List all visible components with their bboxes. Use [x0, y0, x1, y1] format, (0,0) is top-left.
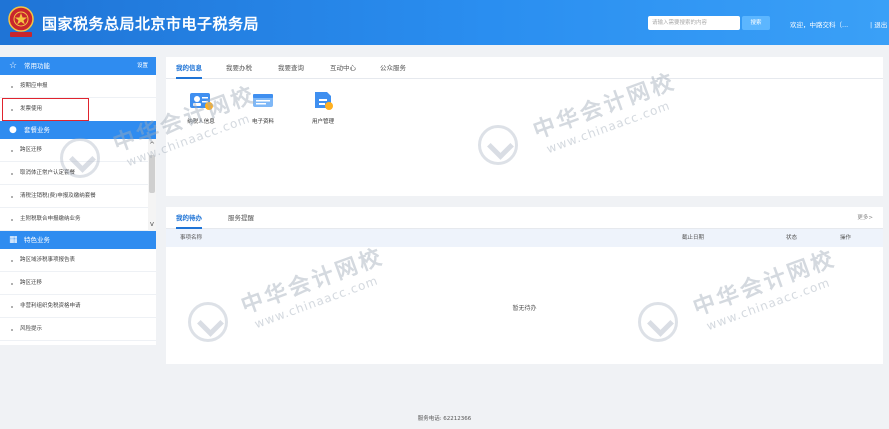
- sidebar-item-cross-region-migrate[interactable]: 跨区迁移: [0, 272, 156, 295]
- main-tabs: 我的信息 我要办税 我要查询 互动中心 公众服务: [166, 57, 883, 79]
- star-icon: ☆: [9, 61, 18, 71]
- grid-icon: ▦: [9, 235, 18, 245]
- sidebar-item-periodic-filing[interactable]: 按期应申报: [0, 75, 156, 98]
- tab-service-reminder[interactable]: 服务提醒: [228, 207, 254, 229]
- quick-label: 用户管理: [311, 119, 334, 125]
- user-management-icon: [315, 92, 333, 110]
- section-special-business[interactable]: ▦ 特色业务: [0, 231, 156, 249]
- sidebar-item-cancel-normal[interactable]: 取消体正常户认定套餐: [0, 162, 156, 185]
- tab-tax-handling[interactable]: 我要办税: [226, 57, 252, 79]
- quick-label: 电子资料: [251, 119, 274, 125]
- taxpayer-card-icon: [190, 93, 213, 110]
- empty-state-text: 暂无待办: [512, 305, 537, 312]
- tab-query[interactable]: 我要查询: [278, 57, 304, 79]
- section-title: 特色业务: [24, 236, 50, 244]
- my-info-panel: 我的信息 我要办税 我要查询 互动中心 公众服务 纳税人信息 电子资料 用户管理: [166, 57, 883, 196]
- footer-service-phone: 服务电话: 62212366: [417, 416, 472, 422]
- tax-emblem-icon: [8, 6, 34, 37]
- column-item-name: 事项名称: [180, 235, 203, 241]
- section-package-business[interactable]: ● 套餐业务: [0, 121, 156, 139]
- tab-my-info[interactable]: 我的信息: [176, 57, 202, 79]
- section-common-functions[interactable]: ☆ 常用功能 设置: [0, 57, 156, 75]
- package-list: 跨区迁移 取消体正常户认定套餐 清税注销税(费)申报及缴纳套餐 主附税联合申报缴…: [0, 139, 156, 231]
- sidebar: ☆ 常用功能 设置 按期应申报 发票使用 ● 套餐业务 跨区迁移 取消体正常户认…: [0, 57, 156, 345]
- scrollbar[interactable]: ^ v: [148, 139, 156, 231]
- todo-tabs: 我的待办 服务提醒 更多>: [166, 207, 883, 229]
- search-input[interactable]: [648, 16, 740, 30]
- todo-panel: 我的待办 服务提醒 更多> 事项名称 截止日期 状态 操作 暂无待办: [166, 207, 883, 364]
- sidebar-item-cross-region-report[interactable]: 跨区域涉税事项报告表: [0, 249, 156, 272]
- top-header: 国家税务总局北京市电子税务局 搜索 欢迎，中路交科（... | 退出: [0, 0, 889, 45]
- site-title: 国家税务总局北京市电子税务局: [42, 15, 260, 33]
- column-status: 状态: [786, 235, 798, 241]
- quick-label: 纳税人信息: [187, 119, 215, 125]
- logout-link[interactable]: | 退出: [870, 19, 887, 29]
- chevron-down-icon[interactable]: v: [148, 220, 156, 229]
- scroll-thumb[interactable]: [149, 155, 155, 193]
- quick-user-management[interactable]: 用户管理: [298, 89, 348, 125]
- search-button[interactable]: 搜索: [742, 16, 770, 30]
- sidebar-item-cross-region[interactable]: 跨区迁移: [0, 139, 156, 162]
- welcome-user-link[interactable]: 欢迎，中路交科（...: [790, 19, 848, 29]
- more-link[interactable]: 更多>: [857, 207, 873, 229]
- e-document-icon: [253, 94, 273, 107]
- tab-my-todo[interactable]: 我的待办: [176, 207, 202, 229]
- todo-table-header: 事项名称 截止日期 状态 操作: [166, 229, 883, 247]
- section-title: 套餐业务: [24, 126, 50, 134]
- section-title: 常用功能: [24, 62, 50, 70]
- sidebar-item-joint-filing[interactable]: 主附税联合申报缴纳业务: [0, 208, 156, 231]
- column-actions: 操作: [840, 235, 852, 241]
- tab-public-service[interactable]: 公众服务: [380, 57, 406, 79]
- column-deadline: 截止日期: [682, 235, 705, 241]
- settings-link[interactable]: 设置: [137, 57, 148, 75]
- tab-interaction[interactable]: 互动中心: [330, 57, 356, 79]
- sidebar-item-invoice-use[interactable]: 发票使用: [2, 98, 89, 121]
- package-icon: ●: [9, 125, 17, 135]
- sidebar-item-nonprofit-exemption[interactable]: 非营利组织免税资格申请: [0, 295, 156, 318]
- sidebar-item-deregistration[interactable]: 清税注销税(费)申报及缴纳套餐: [0, 185, 156, 208]
- sidebar-item-risk-notice[interactable]: 风险提示: [0, 318, 156, 341]
- chevron-up-icon[interactable]: ^: [148, 141, 156, 150]
- quick-taxpayer-info[interactable]: 纳税人信息: [176, 89, 226, 125]
- quick-e-documents[interactable]: 电子资料: [238, 89, 288, 125]
